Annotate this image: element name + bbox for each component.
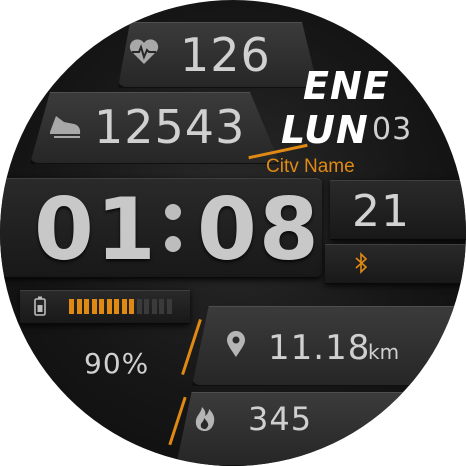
heart-rate-value: 126 bbox=[180, 28, 271, 82]
battery-segment bbox=[99, 299, 104, 314]
battery-segment bbox=[151, 299, 157, 314]
weekday-label: LUN bbox=[281, 108, 369, 152]
bluetooth-panel bbox=[325, 244, 466, 284]
bluetooth-icon bbox=[355, 252, 368, 274]
battery-segment bbox=[136, 299, 142, 314]
month-label: ENE bbox=[303, 64, 390, 108]
location-pin-icon bbox=[227, 331, 245, 357]
flame-icon bbox=[195, 407, 215, 431]
battery-segment bbox=[166, 299, 172, 314]
battery-segment bbox=[144, 299, 149, 314]
day-number: 03 bbox=[372, 112, 413, 147]
steps-value: 12543 bbox=[94, 100, 246, 154]
battery-segment bbox=[159, 299, 164, 314]
battery-segment bbox=[121, 299, 127, 314]
heart-rate-icon bbox=[129, 39, 159, 64]
battery-segment bbox=[91, 299, 97, 314]
battery-percent: 90% bbox=[84, 347, 150, 380]
time-colon-bottom bbox=[165, 236, 181, 252]
shoe-steps-icon bbox=[50, 116, 81, 138]
city-name: Citv Name bbox=[266, 156, 355, 177]
time-colon-top bbox=[165, 204, 181, 220]
battery-segment bbox=[129, 299, 134, 314]
battery-icon bbox=[34, 296, 46, 316]
distance-unit: km bbox=[368, 340, 400, 364]
battery-segment bbox=[76, 299, 82, 314]
distance-value: 11.18 bbox=[268, 328, 371, 368]
battery-segment bbox=[84, 299, 89, 314]
battery-segment bbox=[106, 299, 112, 314]
battery-segment bbox=[114, 299, 119, 314]
watch-face: 126 12543 ENE LUN 03 Citv Name 01 08 21 … bbox=[0, 0, 466, 466]
calories-value: 345 bbox=[248, 400, 313, 438]
time-hours: 01 bbox=[34, 180, 158, 280]
time-minutes: 08 bbox=[197, 180, 321, 280]
time-seconds: 21 bbox=[352, 186, 410, 237]
battery-segment bbox=[69, 299, 74, 314]
